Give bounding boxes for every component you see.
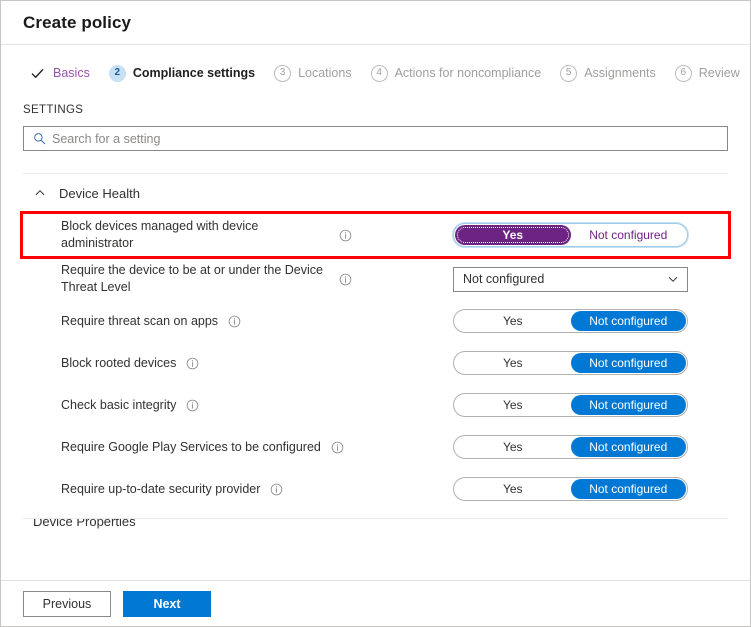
toggle-option-not-configured[interactable]: Not configured: [571, 225, 687, 245]
next-section-title: Device Properties: [33, 519, 136, 529]
check-icon: [29, 65, 46, 82]
setting-label: Block rooted devices: [61, 355, 177, 370]
setting-label-cell: Check basic integrity: [23, 397, 453, 414]
settings-heading: SETTINGS: [23, 104, 84, 116]
step-label: Review: [698, 66, 740, 80]
setting-row: Require threat scan on apps Yes Not config…: [23, 300, 728, 342]
setting-label: Block devices managed with device admini…: [61, 219, 259, 250]
step-number-badge: 3: [274, 64, 292, 82]
setting-control-cell: Yes Not configured: [453, 351, 728, 375]
window-titlebar: Create policy: [1, 1, 750, 45]
toggle-option-not-configured[interactable]: Not configured: [570, 311, 686, 331]
toggle-option-not-configured[interactable]: Not configured: [570, 479, 686, 499]
toggle-option-yes[interactable]: Yes: [455, 479, 571, 499]
setting-label-cell: Block devices managed with device admini…: [23, 218, 453, 252]
wizard-step-review[interactable]: 6 Review: [674, 57, 740, 89]
wizard-step-compliance-settings[interactable]: 2 Compliance settings: [108, 57, 256, 89]
setting-control-cell: Not configured: [453, 266, 728, 292]
info-icon[interactable]: [186, 399, 199, 412]
setting-control-cell: Yes Not configured: [453, 435, 728, 459]
setting-control-cell: Yes Not configured: [453, 309, 728, 333]
setting-label: Check basic integrity: [61, 397, 177, 412]
info-icon[interactable]: [339, 273, 352, 286]
page-title: Create policy: [23, 12, 132, 32]
step-number-badge: 5: [560, 64, 578, 82]
info-icon[interactable]: [339, 229, 352, 242]
toggle-option-yes[interactable]: Yes: [455, 395, 571, 415]
dropdown-value: Not configured: [463, 272, 545, 286]
setting-label-cell: Require the device to be at or under the…: [23, 262, 453, 296]
wizard-footer: Previous Next: [1, 580, 750, 626]
setting-label-cell: Block rooted devices: [23, 355, 453, 372]
wizard-step-actions-for-noncompliance[interactable]: 4 Actions for noncompliance: [370, 57, 542, 89]
info-icon[interactable]: [270, 483, 283, 496]
wizard-steps: Basics 2 Compliance settings 3 Locations 4 Act…: [1, 45, 750, 89]
toggle-pill[interactable]: Yes Not configured: [453, 309, 688, 333]
search-input[interactable]: [52, 131, 719, 146]
setting-label-cell: Require up-to-date security provider: [23, 481, 453, 498]
search-icon: [32, 132, 46, 146]
toggle-option-yes[interactable]: Yes: [455, 353, 571, 373]
step-label: Locations: [298, 66, 352, 80]
setting-control-cell: Yes Not configured: [453, 477, 728, 501]
toggle-option-yes[interactable]: Yes: [455, 437, 571, 457]
setting-label: Require up-to-date security provider: [61, 481, 261, 496]
setting-control-cell: Yes Not configured: [453, 223, 728, 247]
wizard-step-assignments[interactable]: 5 Assignments: [560, 57, 656, 89]
setting-label: Require Google Play Services to be confi…: [61, 439, 321, 454]
setting-row: Require Google Play Services to be confi…: [23, 426, 728, 468]
toggle-pill[interactable]: Yes Not configured: [453, 477, 688, 501]
toggle-pill[interactable]: Yes Not configured: [453, 223, 688, 247]
threat-level-dropdown[interactable]: Not configured: [453, 266, 688, 292]
setting-rows: Block devices managed with device admini…: [20, 211, 731, 510]
create-policy-window: Create policy Basics 2 Compliance settings…: [0, 0, 751, 627]
section-header-device-properties[interactable]: Device Properties: [23, 519, 728, 535]
setting-row: Block devices managed with device admini…: [20, 211, 731, 259]
setting-row: Block rooted devices Yes Not configured: [23, 342, 728, 384]
step-label: Compliance settings: [132, 66, 256, 80]
wizard-step-locations[interactable]: 3 Locations: [274, 57, 352, 89]
info-icon[interactable]: [186, 357, 199, 370]
setting-row: Require up-to-date security provider Yes N…: [23, 468, 728, 510]
setting-row: Check basic integrity Yes Not configured: [23, 384, 728, 426]
search-setting-box[interactable]: [23, 126, 728, 151]
wizard-step-basics[interactable]: Basics: [29, 57, 90, 89]
next-button[interactable]: Next: [123, 590, 211, 617]
toggle-pill[interactable]: Yes Not configured: [453, 435, 688, 459]
info-icon[interactable]: [331, 441, 344, 454]
setting-label-cell: Require threat scan on apps: [23, 313, 453, 330]
chevron-up-icon: [33, 186, 47, 200]
toggle-option-not-configured[interactable]: Not configured: [570, 395, 686, 415]
toggle-pill[interactable]: Yes Not configured: [453, 393, 688, 417]
toggle-option-yes[interactable]: Yes: [455, 225, 571, 245]
setting-label: Require the device to be at or under the…: [61, 263, 323, 294]
section-title: Device Health: [59, 185, 140, 201]
settings-content: SETTINGS Device Health Block devices man…: [1, 89, 750, 580]
previous-button[interactable]: Previous: [23, 590, 111, 617]
toggle-option-not-configured[interactable]: Not configured: [570, 353, 686, 373]
setting-control-cell: Yes Not configured: [453, 393, 728, 417]
setting-label-cell: Require Google Play Services to be confi…: [23, 439, 453, 456]
step-number-badge: 2: [108, 64, 126, 82]
step-label: Actions for noncompliance: [394, 66, 542, 80]
step-number-badge: 4: [370, 64, 388, 82]
step-number-badge: 6: [674, 64, 692, 82]
setting-label: Require threat scan on apps: [61, 313, 219, 328]
step-label: Assignments: [584, 66, 656, 80]
toggle-option-yes[interactable]: Yes: [455, 311, 571, 331]
section-header-device-health[interactable]: Device Health: [23, 174, 728, 212]
step-label: Basics: [53, 66, 90, 80]
toggle-pill[interactable]: Yes Not configured: [453, 351, 688, 375]
info-icon[interactable]: [228, 315, 241, 328]
toggle-option-not-configured[interactable]: Not configured: [570, 437, 686, 457]
setting-row: Require the device to be at or under the…: [23, 258, 728, 300]
chevron-down-icon: [667, 273, 679, 285]
